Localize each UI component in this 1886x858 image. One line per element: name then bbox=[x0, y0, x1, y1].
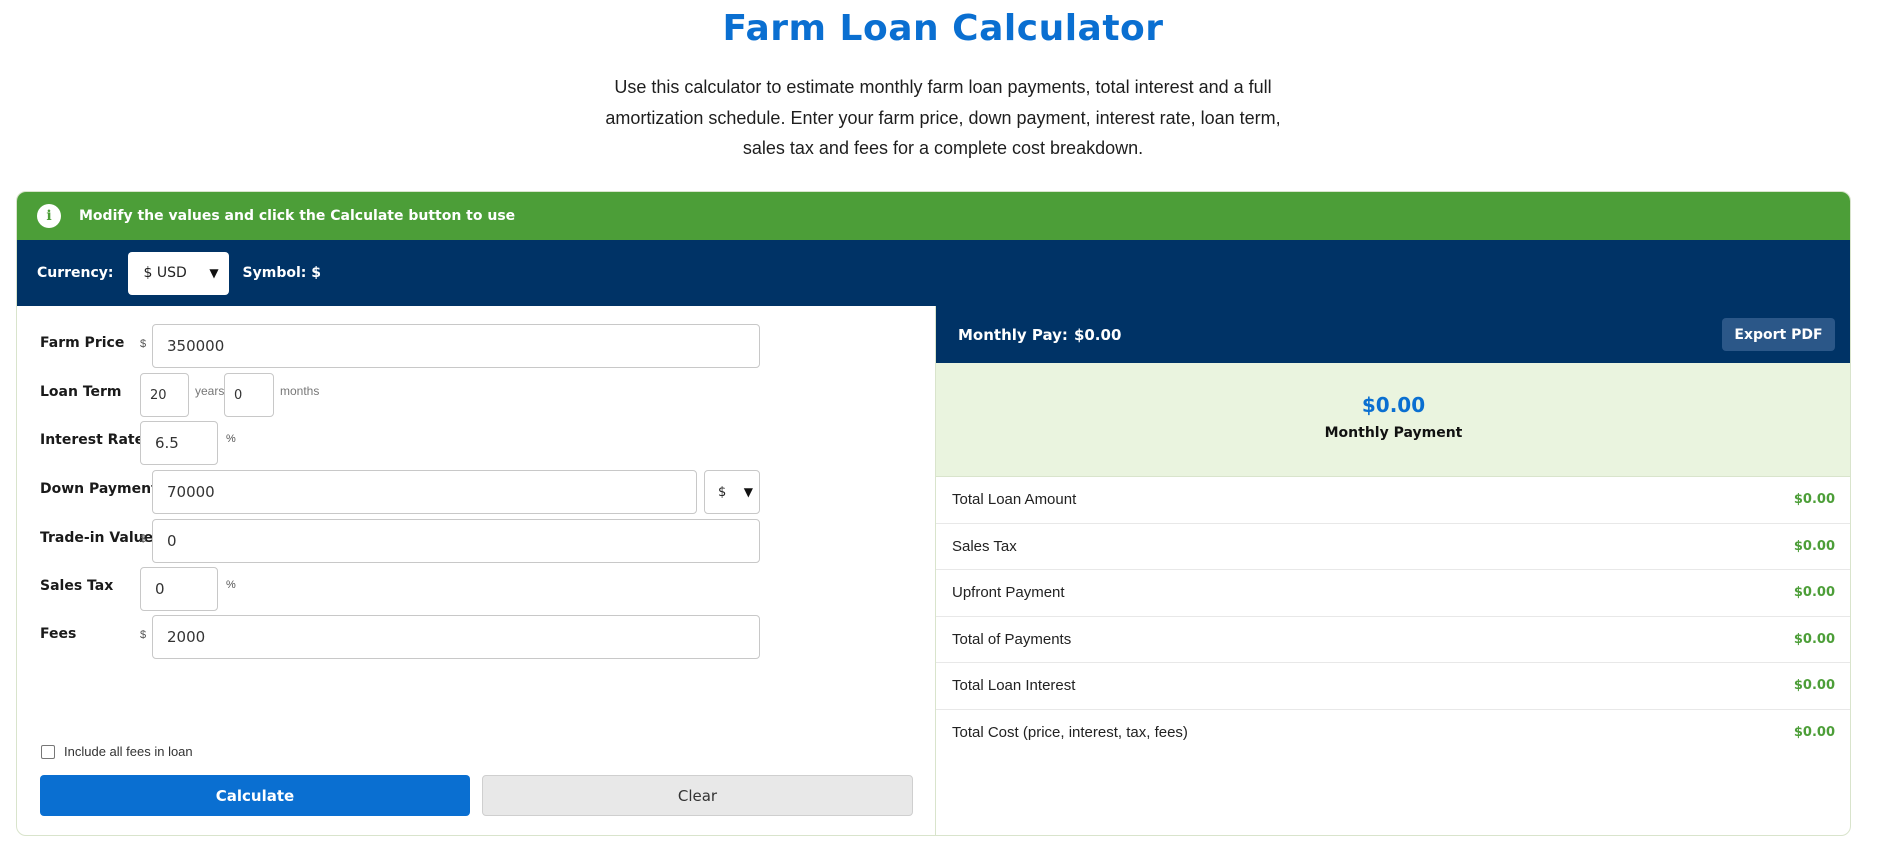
down-payment-input[interactable]: 70000 bbox=[152, 470, 697, 514]
farm-price-label: Farm Price bbox=[40, 335, 125, 351]
page-description: Use this calculator to estimate monthly … bbox=[605, 77, 1281, 158]
result-list: Total Loan Amount $0.00 Sales Tax $0.00 … bbox=[936, 477, 1850, 757]
sales-tax-input[interactable]: 0 bbox=[140, 567, 218, 611]
monthly-pay-label: Monthly Pay: bbox=[958, 325, 1068, 344]
currency-label: Currency: bbox=[37, 265, 114, 281]
down-payment-unit-select[interactable]: $ ▼ bbox=[704, 470, 760, 514]
page-title: Farm Loan Calculator bbox=[722, 8, 1164, 49]
result-row-upfront-payment: Upfront Payment $0.00 bbox=[936, 570, 1850, 617]
result-row-sales-tax: Sales Tax $0.00 bbox=[936, 524, 1850, 570]
results-panel: Monthly Pay: $0.00 Export PDF $0.00 Mont… bbox=[935, 306, 1850, 835]
farm-price-unit: $ bbox=[140, 338, 147, 350]
farm-price-input[interactable]: 350000 bbox=[152, 324, 760, 368]
calculator-card: i Modify the values and click the Calcul… bbox=[16, 191, 1851, 836]
result-row-total-of-payments: Total of Payments $0.00 bbox=[936, 617, 1850, 663]
down-payment-label: Down Payment bbox=[40, 481, 158, 497]
currency-symbol-label: Symbol: $ bbox=[242, 265, 321, 281]
export-pdf-button[interactable]: Export PDF bbox=[1722, 318, 1835, 351]
clear-button[interactable]: Clear bbox=[482, 775, 913, 816]
trade-in-input[interactable]: 0 bbox=[152, 519, 760, 563]
down-payment-unit-value: $ bbox=[718, 484, 727, 500]
result-value: $0.00 bbox=[1793, 678, 1835, 694]
interest-rate-unit: % bbox=[226, 433, 236, 445]
include-fees-checkbox[interactable] bbox=[41, 745, 55, 759]
result-row-total-cost: Total Cost (price, interest, tax, fees) … bbox=[936, 710, 1850, 757]
result-row-total-loan-amount: Total Loan Amount $0.00 bbox=[936, 477, 1850, 524]
currency-select[interactable]: $ USD ▼ bbox=[127, 251, 229, 295]
result-label: Sales Tax bbox=[952, 537, 1017, 555]
currency-bar: Currency: $ USD ▼ Symbol: $ bbox=[17, 240, 1850, 306]
results-header: Monthly Pay: $0.00 Export PDF bbox=[936, 306, 1850, 363]
sales-tax-label: Sales Tax bbox=[40, 578, 114, 594]
trade-in-unit: $ bbox=[140, 533, 147, 545]
trade-in-label: Trade-in Value bbox=[40, 530, 154, 546]
loan-term-months-unit: months bbox=[280, 384, 320, 398]
result-label: Total of Payments bbox=[952, 630, 1072, 648]
info-text: Modify the values and click the Calculat… bbox=[79, 208, 516, 224]
currency-selected-value: $ USD bbox=[143, 265, 187, 281]
monthly-payment-summary: $0.00 Monthly Payment bbox=[936, 363, 1850, 477]
result-value: $0.00 bbox=[1793, 492, 1835, 508]
fees-input[interactable]: 2000 bbox=[152, 615, 760, 659]
loan-term-years-unit: years bbox=[195, 384, 225, 398]
monthly-pay-value: $0.00 bbox=[1073, 325, 1122, 344]
monthly-payment-amount: $0.00 bbox=[1361, 393, 1426, 417]
sales-tax-unit: % bbox=[226, 579, 236, 591]
result-label: Total Cost (price, interest, tax, fees) bbox=[952, 724, 1188, 742]
result-value: $0.00 bbox=[1793, 631, 1835, 647]
interest-rate-label: Interest Rate bbox=[40, 432, 145, 448]
chevron-down-icon: ▼ bbox=[209, 266, 219, 280]
result-value: $0.00 bbox=[1793, 585, 1835, 601]
info-bar: i Modify the values and click the Calcul… bbox=[17, 192, 1850, 240]
result-label: Total Loan Interest bbox=[952, 677, 1076, 695]
chevron-down-icon: ▼ bbox=[743, 485, 753, 499]
loan-term-months-input[interactable]: 0 bbox=[224, 373, 274, 417]
fees-label: Fees bbox=[40, 626, 77, 642]
interest-rate-input[interactable]: 6.5 bbox=[140, 421, 218, 465]
result-value: $0.00 bbox=[1793, 538, 1835, 554]
loan-term-years-input[interactable]: 20 bbox=[140, 373, 189, 417]
include-fees-label: Include all fees in loan bbox=[64, 744, 193, 759]
result-label: Total Loan Amount bbox=[952, 491, 1077, 509]
result-row-total-loan-interest: Total Loan Interest $0.00 bbox=[936, 663, 1850, 710]
result-value: $0.00 bbox=[1793, 725, 1835, 741]
fees-unit: $ bbox=[140, 629, 147, 641]
loan-form: Farm Price $ 350000 Loan Term 20 years 0… bbox=[17, 306, 935, 835]
info-icon: i bbox=[37, 204, 61, 228]
calculate-button[interactable]: Calculate bbox=[40, 775, 470, 816]
loan-term-label: Loan Term bbox=[40, 384, 122, 400]
monthly-payment-label: Monthly Payment bbox=[1324, 425, 1463, 441]
result-label: Upfront Payment bbox=[952, 584, 1065, 602]
